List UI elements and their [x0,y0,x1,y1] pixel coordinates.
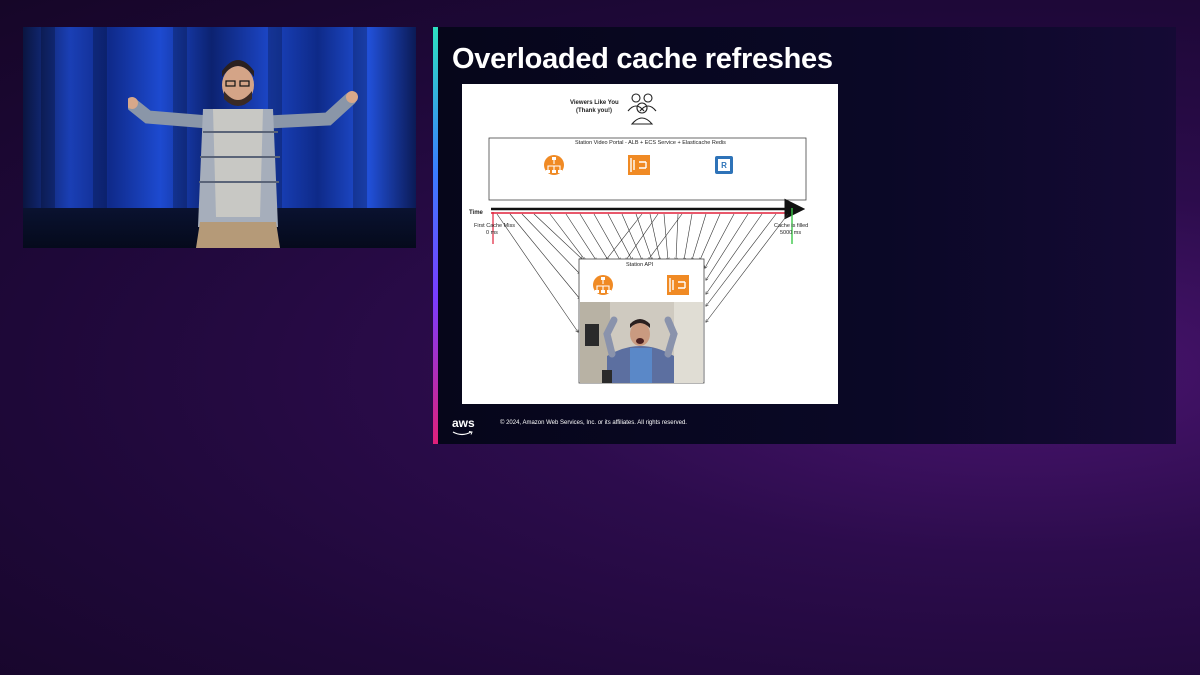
api-label: Station API [626,262,654,268]
api-load-balancer-icon [593,275,613,295]
redis-icon: R [715,156,733,174]
load-balancer-icon [544,155,564,175]
viewers-label: Viewers Like You [570,100,619,106]
cache-filled-time: 5000 ms [780,230,802,236]
time-label: Time [469,210,483,216]
presentation-slide: Overloaded cache refreshes R Viewers Lik… [433,27,1176,444]
portal-label: Station Video Portal - ALB + ECS Service… [575,140,726,146]
aws-logo: aws [452,416,475,430]
cache-filled-label: Cache is filled [774,223,809,229]
speaker-video [23,27,416,248]
architecture-diagram: R Viewers Like You (Thank you!) Station … [462,84,838,404]
speaker-figure [128,60,358,248]
users-icon [627,93,657,125]
api-ecs-icon [667,275,689,295]
stressed-dev-photo [580,302,703,383]
curtain-fold [41,27,55,208]
diagram-graphics: R [488,93,807,384]
first-miss-label: First Cache Miss [474,223,515,229]
aws-smile-icon [452,431,473,436]
ecs-icon [628,155,650,175]
viewers-sublabel: (Thank you!) [576,108,612,114]
copyright-text: © 2024, Amazon Web Services, Inc. or its… [500,420,687,426]
slide-title: Overloaded cache refreshes [452,43,833,75]
first-miss-time: 0 ms [486,230,498,236]
curtain-fold [93,27,107,208]
accent-bar [433,27,438,444]
svg-text:R: R [721,161,727,170]
